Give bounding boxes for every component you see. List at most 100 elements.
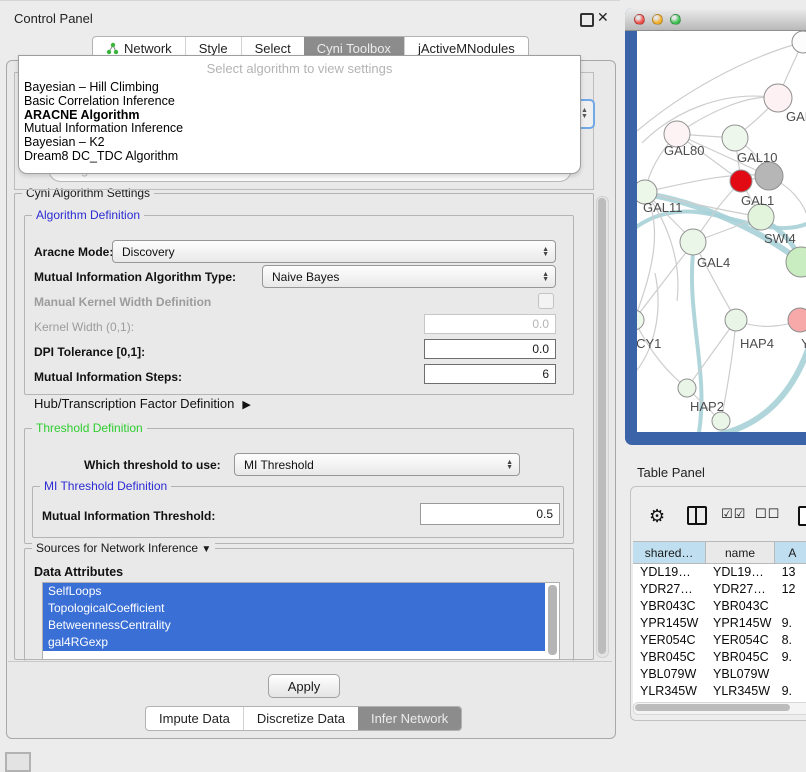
minimize-traffic-light[interactable] <box>652 14 663 25</box>
network-graph: GALGAL80GAL10GAL1GAL11SWI4GAL4GCY1HAP4YH… <box>637 31 806 432</box>
attribute-item-selected[interactable]: gal4RGexp <box>43 634 545 651</box>
attribute-item-selected[interactable]: BetweennessCentrality <box>43 617 545 634</box>
expanded-arrow-icon[interactable]: ▼ <box>201 544 211 555</box>
network-edge[interactable] <box>637 242 694 320</box>
attributes-scrollbar-thumb[interactable] <box>548 585 557 655</box>
node-label-Y: Y <box>801 336 806 351</box>
kernel-width-value: 0.0 <box>532 317 549 331</box>
dpi-tolerance-input[interactable]: 0.0 <box>424 339 556 359</box>
table-cell: YDL19… <box>633 564 706 581</box>
columns-icon[interactable] <box>687 506 707 525</box>
manual-kernel-checkbox[interactable] <box>538 293 554 309</box>
table-hscrollbar[interactable] <box>633 702 806 715</box>
settings-scrollbar[interactable] <box>596 196 609 658</box>
table-panel: ⚙ ☑☑ ☐☐ shared…nameA YDL19…YDL19…13YDR27… <box>630 486 806 721</box>
node-GAL10[interactable] <box>722 125 748 151</box>
algorithm-option[interactable]: ARACNE Algorithm <box>19 109 580 123</box>
table-cell: YDL19… <box>706 564 775 581</box>
hub-definition-label: Hub/Transcription Factor Definition <box>34 396 234 411</box>
table-cell: 9. <box>775 649 806 666</box>
tab-label: Select <box>255 41 291 56</box>
node-HAP4[interactable] <box>725 309 747 331</box>
node-pink-right[interactable] <box>788 308 806 332</box>
close-icon[interactable]: ✕ <box>597 9 609 26</box>
float-window-icon[interactable] <box>580 13 594 27</box>
network-edge[interactable] <box>717 347 806 432</box>
network-window-titlebar[interactable] <box>625 8 806 31</box>
cyni-bottom-tab-bar: Impute Data Discretize Data Infer Network <box>145 706 462 731</box>
algorithm-option[interactable]: Basic Correlation Inference <box>19 95 580 109</box>
algorithm-option[interactable]: Bayesian – Hill Climbing <box>19 81 580 95</box>
tab-label: Impute Data <box>159 711 230 726</box>
network-edge[interactable] <box>694 242 736 320</box>
mi-type-combo[interactable]: Naive Bayes ▲▼ <box>262 265 556 288</box>
unchecked-boxes-icon[interactable]: ☐☐ <box>755 506 780 522</box>
attribute-item-selected[interactable]: SelfLoops <box>43 583 545 600</box>
aracne-mode-label: Aracne Mode: <box>34 245 113 259</box>
data-attributes-list[interactable]: SelfLoopsTopologicalCoefficientBetweenne… <box>42 582 560 660</box>
table-row[interactable]: YBR045CYBR045C9. <box>633 649 806 666</box>
algorithm-option[interactable]: Mutual Information Inference <box>19 122 580 136</box>
algorithm-option-list: Bayesian – Hill ClimbingBasic Correlatio… <box>19 81 580 164</box>
checked-boxes-icon[interactable]: ☑☑ <box>721 506 746 522</box>
node-label-HAP2: HAP2 <box>690 399 724 414</box>
network-canvas[interactable]: GALGAL80GAL10GAL1GAL11SWI4GAL4GCY1HAP4YH… <box>637 31 806 432</box>
tab-impute-data[interactable]: Impute Data <box>146 707 243 730</box>
table-cell <box>775 666 806 683</box>
zoom-traffic-light[interactable] <box>670 14 681 25</box>
aracne-mode-combo[interactable]: Discovery ▲▼ <box>112 240 556 263</box>
tab-discretize-data[interactable]: Discretize Data <box>243 707 358 730</box>
mi-type-value: Naive Bayes <box>272 270 339 284</box>
tab-infer-network[interactable]: Infer Network <box>358 707 461 730</box>
node-HAP2[interactable] <box>678 379 696 397</box>
hub-definition-toggle[interactable]: Hub/Transcription Factor Definition▶ <box>34 396 251 411</box>
which-threshold-combo[interactable]: MI Threshold ▲▼ <box>234 453 520 476</box>
mi-steps-input[interactable]: 6 <box>424 364 556 384</box>
attribute-item-selected[interactable]: TopologicalCoefficient <box>43 600 545 617</box>
node-label-HAP4: HAP4 <box>740 336 774 351</box>
table-row[interactable]: YPR145WYPR145W9. <box>633 615 806 632</box>
table-row[interactable]: YDL19…YDL19…13 <box>633 564 806 581</box>
algorithm-option[interactable]: Bayesian – K2 <box>19 136 580 150</box>
table-row[interactable]: YBR043CYBR043C <box>633 598 806 615</box>
tab-label: Discretize Data <box>257 711 345 726</box>
column-header-A[interactable]: A <box>775 542 806 563</box>
column-header-shared[interactable]: shared… <box>633 542 706 563</box>
kernel-width-input: 0.0 <box>424 314 556 334</box>
node-GAL1[interactable] <box>730 170 752 192</box>
node-table: shared…nameA YDL19…YDL19…13YDR27…YDR27…1… <box>633 541 806 704</box>
node-label-GAL4: GAL4 <box>697 255 730 270</box>
node-GCY1[interactable] <box>637 310 644 330</box>
network-view-window: GALGAL80GAL10GAL1GAL11SWI4GAL4GCY1HAP4YH… <box>625 8 806 445</box>
table-row[interactable]: YDR27…YDR27…12 <box>633 581 806 598</box>
sources-legend-text: Sources for Network Inference <box>36 541 198 555</box>
table-hscrollbar-thumb[interactable] <box>635 704 790 711</box>
settings-scrollbar-thumb[interactable] <box>598 198 606 654</box>
close-traffic-light[interactable] <box>634 14 645 25</box>
column-header-name[interactable]: name <box>706 542 775 563</box>
apply-button[interactable]: Apply <box>268 674 340 698</box>
document-icon[interactable] <box>798 506 806 526</box>
node-GAL4[interactable] <box>680 229 706 255</box>
mi-threshold-input[interactable]: 0.5 <box>420 503 560 525</box>
table-cell: YPR145W <box>706 615 775 632</box>
mi-steps-value: 6 <box>542 367 549 381</box>
minimized-panel-icon[interactable] <box>5 752 31 772</box>
algorithm-option[interactable]: Dream8 DC_TDC Algorithm <box>19 150 580 164</box>
node-pink-top[interactable] <box>764 84 792 112</box>
node-gray[interactable] <box>755 162 783 190</box>
table-row[interactable]: YER054CYER054C8. <box>633 632 806 649</box>
threshold-definition-legend: Threshold Definition <box>32 421 147 435</box>
table-cell: YPR145W <box>633 615 706 632</box>
node-bottom[interactable] <box>712 412 730 430</box>
table-header-row: shared…nameA <box>633 541 806 564</box>
table-cell: 9. <box>775 683 806 700</box>
node-top[interactable] <box>792 31 806 53</box>
table-row[interactable]: YBL079WYBL079W <box>633 666 806 683</box>
network-edge[interactable] <box>637 320 687 388</box>
table-cell: YDR27… <box>706 581 775 598</box>
table-row[interactable]: YLR345WYLR345W9. <box>633 683 806 700</box>
mi-threshold-value: 0.5 <box>536 507 553 521</box>
gear-icon[interactable]: ⚙ <box>649 506 665 527</box>
tab-label: Infer Network <box>371 711 448 726</box>
